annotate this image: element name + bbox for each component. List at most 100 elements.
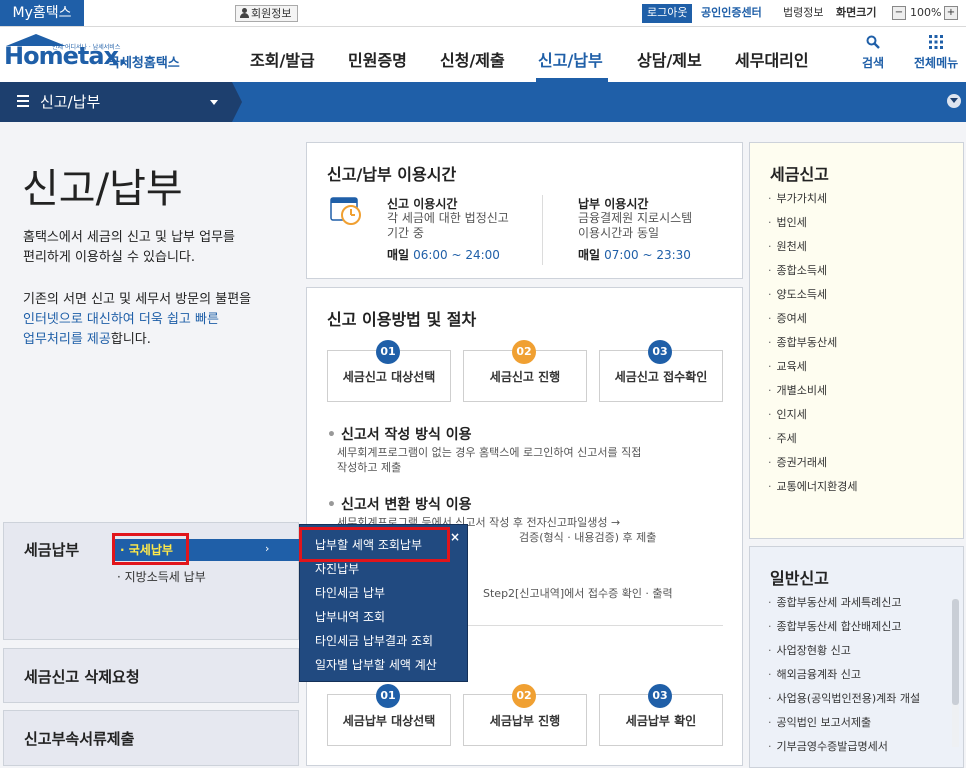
nav-consult[interactable]: 상담/제보 (637, 47, 702, 71)
tax-report-item[interactable]: 증권거래세 (768, 451, 857, 475)
tax-report-list: 부가가치세 법인세 원천세 종합소득세 양도소득세 증여세 종합부동산세 교육세… (768, 187, 858, 499)
location-title: 신고/납부 (40, 93, 101, 111)
law-info-link[interactable]: 법령정보 (783, 4, 823, 22)
zoom-out-button[interactable]: − (892, 6, 906, 20)
hometax-logo[interactable]: Hometax. 언제 어디서나 · 납세서비스 국세청홈택스 (4, 34, 194, 74)
tax-report-item[interactable]: 개별소비세 (768, 379, 857, 403)
general-report-item[interactable]: 종합부동산세 합산배제신고 (768, 615, 920, 639)
local-tax-link[interactable]: 지방소득세 납부 (117, 568, 206, 585)
nav-report-payment[interactable]: 신고/납부 (538, 47, 603, 71)
pay-time-line: 이용시간과 동일 (578, 226, 660, 240)
location-selector[interactable] (0, 82, 232, 122)
step-number: 02 (512, 684, 536, 708)
search-icon (862, 35, 884, 53)
pay-day: 매일 (578, 248, 601, 262)
step-number: 01 (376, 340, 400, 364)
attach-docs-box[interactable]: 신고부속서류제출 (3, 710, 299, 766)
flyout-item-self-pay[interactable]: 자진납부 (315, 560, 359, 577)
intro-highlight: 인터넷으로 대신하여 더욱 쉽고 빠른 (23, 312, 219, 327)
general-report-list: 종합부동산세 과세특례신고 종합부동산세 합산배제신고 사업장현황 신고 해외금… (768, 591, 921, 759)
report-time-title: 신고 이용시간 (387, 197, 458, 211)
tax-report-item[interactable]: 법인세 (768, 211, 857, 235)
step-number: 01 (376, 684, 400, 708)
member-info-label: 회원정보 (251, 7, 292, 20)
all-menu-label: 전체메뉴 (914, 56, 959, 70)
nav-tax-agent[interactable]: 세무대리인 (735, 47, 809, 71)
tax-report-item[interactable]: 종합부동산세 (768, 331, 857, 355)
general-report-item[interactable]: 해외금융계좌 신고 (768, 663, 920, 687)
method-line: 작성하고 제출 (337, 461, 402, 474)
tax-report-item[interactable]: 양도소득세 (768, 283, 857, 307)
top-utility-bar: My홈택스 회원정보 로그아웃 공인인증센터 법령정보 화면크기 − 100% … (0, 0, 966, 27)
pay-time-value: 매일 07:00 ~ 23:30 (578, 246, 691, 263)
screen-size-label: 화면크기 (836, 6, 877, 19)
flyout-item-other-result[interactable]: 타인세금 납부결과 조회 (315, 632, 433, 649)
intro-tail: 합니다. (110, 332, 151, 347)
intro-paragraph-2: 기존의 서면 신고 및 세무서 방문의 불편을 인터넷으로 대신하여 더욱 쉽고… (23, 290, 293, 350)
method-write-title: 신고서 작성 방식 이용 (327, 424, 472, 444)
tax-report-item[interactable]: 인지세 (768, 403, 857, 427)
intro-paragraph-1: 홈택스에서 세금의 신고 및 납부 업무를 편리하게 이용하실 수 있습니다. (23, 228, 293, 268)
highlight-inquiry-pay (299, 527, 450, 562)
person-icon (240, 8, 249, 18)
tax-payment-title: 세금납부 (24, 541, 80, 559)
my-hometax-link[interactable]: My홈택스 (0, 0, 84, 26)
general-report-item[interactable]: 종합부동산세 과세특례신고 (768, 591, 920, 615)
method-receipt-text: Step2[신고내역]에서 접수증 확인 · 출력 (483, 587, 673, 600)
flyout-item-daily-calc[interactable]: 일자별 납부할 세액 계산 (315, 656, 437, 673)
member-info-button[interactable]: 회원정보 (235, 5, 299, 22)
zoom-value: 100% (910, 6, 942, 19)
nav-certificate[interactable]: 민원증명 (348, 47, 407, 71)
close-icon[interactable]: × (450, 530, 460, 544)
tax-report-item[interactable]: 교통에너지환경세 (768, 475, 858, 499)
intro-line: 편리하게 이용하실 수 있습니다. (23, 250, 196, 265)
all-menu-button[interactable]: 전체메뉴 (914, 35, 958, 71)
clock-calendar-icon (329, 193, 363, 227)
tax-report-item[interactable]: 주세 (768, 427, 857, 451)
nav-application[interactable]: 신청/제출 (440, 47, 505, 71)
general-report-panel: 일반신고 종합부동산세 과세특례신고 종합부동산세 합산배제신고 사업장현황 신… (749, 546, 964, 768)
general-report-item[interactable]: 기부금영수증발급명세서 (768, 735, 920, 759)
tax-report-item[interactable]: 증여세 (768, 307, 857, 331)
location-bar: 신고/납부 (0, 82, 966, 122)
attach-docs-title: 신고부속서류제출 (24, 730, 135, 748)
pay-time-text: 금융결제원 지로시스템 이용시간과 동일 (578, 211, 692, 241)
nav-inquiry[interactable]: 조회/발급 (250, 47, 315, 71)
delete-request-title: 세금신고 삭제요청 (24, 668, 140, 686)
search-button[interactable]: 검색 (862, 35, 884, 71)
step-number: 03 (648, 340, 672, 364)
general-report-item[interactable]: 공익법인 보고서제출 (768, 711, 920, 735)
usage-time-panel: 신고/납부 이용시간 신고 이용시간 각 세금에 대한 법정신고 기간 중 매일… (306, 142, 743, 279)
tax-report-item[interactable]: 원천세 (768, 235, 857, 259)
report-time-value: 매일 06:00 ~ 24:00 (387, 246, 500, 263)
tax-report-item[interactable]: 부가가치세 (768, 187, 857, 211)
usage-divider (542, 195, 543, 265)
tax-report-title: 세금신고 (770, 165, 829, 184)
logout-button[interactable]: 로그아웃 (642, 4, 693, 23)
method-line: 세무회계프로그램이 없는 경우 홈택스에 로그인하여 신고서를 직접 (337, 446, 642, 459)
tax-report-item[interactable]: 교육세 (768, 355, 857, 379)
report-time-line: 기간 중 (387, 226, 424, 240)
search-label: 검색 (862, 56, 885, 70)
step-number: 03 (648, 684, 672, 708)
pay-time-line: 금융결제원 지로시스템 (578, 211, 693, 225)
general-report-item[interactable]: 사업용(공익법인전용)계좌 개설 (768, 687, 921, 711)
flyout-item-history[interactable]: 납부내역 조회 (315, 608, 385, 625)
delete-request-box[interactable]: 세금신고 삭제요청 (3, 648, 299, 703)
intro-line: 홈택스에서 세금의 신고 및 납부 업무를 (23, 230, 236, 245)
intro-line: 기존의 서면 신고 및 세무서 방문의 불편을 (23, 292, 252, 307)
method-convert-title: 신고서 변환 방식 이용 (327, 494, 472, 514)
cert-center-link[interactable]: 공인인증센터 (701, 4, 762, 22)
flyout-item-other-pay[interactable]: 타인세금 납부 (315, 584, 385, 601)
report-day: 매일 (387, 248, 410, 262)
zoom-in-button[interactable]: + (944, 6, 958, 20)
logo-tagline: 언제 어디서나 · 납세서비스 (52, 44, 121, 51)
usage-time-title: 신고/납부 이용시간 (327, 165, 457, 184)
grid-icon (914, 35, 958, 53)
report-time-line: 각 세금에 대한 법정신고 (387, 211, 509, 225)
location-expand-icon[interactable] (947, 94, 961, 108)
tax-report-item[interactable]: 종합소득세 (768, 259, 857, 283)
highlight-national-tax (112, 533, 189, 565)
general-report-item[interactable]: 사업장현황 신고 (768, 639, 920, 663)
scrollbar-thumb[interactable] (952, 599, 959, 705)
